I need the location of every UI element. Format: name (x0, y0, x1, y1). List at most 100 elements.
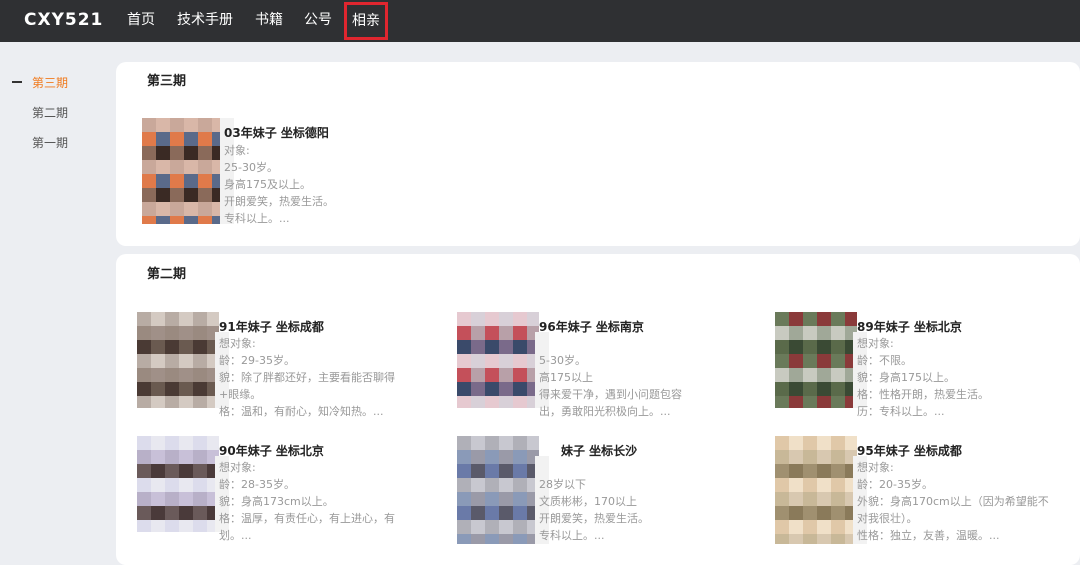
nav-home[interactable]: 首页 (127, 0, 155, 42)
mosaic-tile (165, 354, 179, 368)
mosaic-tile (193, 506, 207, 520)
mosaic-tile (513, 340, 527, 354)
mosaic-tile (457, 464, 471, 478)
mosaic-tile (193, 340, 207, 354)
profile-photo[interactable] (775, 312, 857, 408)
profile-card[interactable]: 95年妹子 坐标成都 想对象: 龄：20-35岁。 外貌：身高170cm以上（因… (775, 436, 1075, 548)
mosaic-tile (165, 492, 179, 506)
mosaic-tile (457, 382, 471, 396)
profile-card[interactable]: 89年妹子 坐标北京 想对象: 龄：不限。 貌：身高175以上。 格：性格开朗，… (775, 312, 1075, 424)
mosaic-tile (789, 534, 803, 544)
mosaic-tile (499, 396, 513, 408)
mosaic-tile (471, 464, 485, 478)
profile-title[interactable]: 89年妹子 坐标北京 (857, 318, 962, 335)
profile-line: 龄：29-35岁。 (219, 354, 295, 367)
mosaic-tile (137, 340, 151, 354)
mosaic-tile (184, 216, 198, 224)
mosaic-tile (471, 368, 485, 382)
mosaic-tile (485, 396, 499, 408)
nav-dating[interactable]: 相亲 (344, 2, 388, 40)
mosaic-tile (499, 368, 513, 382)
mosaic-tile (817, 436, 831, 450)
mosaic-tile (212, 202, 220, 216)
mosaic-tile (137, 396, 151, 408)
mosaic-tile (156, 160, 170, 174)
mosaic-tile (513, 436, 527, 450)
mosaic-tile (803, 312, 817, 326)
mosaic-tile (817, 354, 831, 368)
profile-line: +眼缘。 (219, 388, 262, 401)
profile-title[interactable]: 91年妹子 坐标成都 (219, 318, 324, 335)
mosaic-tile (151, 326, 165, 340)
mosaic-tile (471, 354, 485, 368)
mosaic-tile (170, 174, 184, 188)
mosaic-tile (817, 464, 831, 478)
mosaic-tile (207, 312, 219, 326)
nav-official-account[interactable]: 公号 (304, 0, 332, 42)
mosaic-tile (151, 520, 165, 532)
mosaic-tile (151, 464, 165, 478)
mosaic-tile (457, 520, 471, 534)
mosaic-tile (137, 312, 151, 326)
mosaic-tile (170, 160, 184, 174)
profile-title[interactable]: 90年妹子 坐标北京 (219, 442, 324, 459)
profile-photo[interactable] (775, 436, 857, 544)
profile-card[interactable]: 妹子 坐标长沙 28岁以下 文质彬彬，170以上 开朗爱笑，热爱生活。 专科以上… (457, 436, 757, 548)
mosaic-tile (775, 534, 789, 544)
profile-title[interactable]: 95年妹子 坐标成都 (857, 442, 962, 459)
mosaic-tile (179, 450, 193, 464)
mosaic-tile (803, 326, 817, 340)
mosaic-tile (789, 436, 803, 450)
profile-line: 开朗爱笑，热爱生活。 (224, 195, 334, 208)
profile-photo[interactable] (142, 118, 220, 224)
brand-logo[interactable]: CXY521 (24, 0, 103, 42)
profile-line: 对象: (224, 144, 250, 157)
profile-photo[interactable] (457, 312, 539, 408)
profile-photo[interactable] (457, 436, 539, 544)
profile-photo[interactable] (137, 436, 219, 532)
mosaic-tile (184, 174, 198, 188)
mosaic-tile (165, 340, 179, 354)
mosaic-tile (803, 340, 817, 354)
mosaic-tile (499, 534, 513, 544)
mosaic-tile (137, 492, 151, 506)
section-card-issue-2: 第二期 91年妹子 坐标成都 想对象: 龄：29-35岁。 貌：除了胖都还好，主… (116, 254, 1080, 565)
profile-line: 貌：身高173cm以上。 (219, 495, 334, 508)
nav-books[interactable]: 书籍 (255, 0, 283, 42)
profile-line: 格：性格开朗，热爱生活。 (857, 388, 989, 401)
profile-line: 高175以上 (539, 371, 593, 384)
mosaic-tile (485, 436, 499, 450)
mosaic-tile (485, 354, 499, 368)
profile-photo[interactable] (137, 312, 219, 408)
mosaic-tile (457, 478, 471, 492)
profile-card[interactable]: 96年妹子 坐标南京 5-30岁。 高175以上 得来爱干净，遇到小问题包容 出… (457, 312, 757, 424)
mosaic-tile (499, 312, 513, 326)
profile-title[interactable]: 96年妹子 坐标南京 (539, 318, 644, 335)
mosaic-tile (151, 382, 165, 396)
profile-line: 划。... (219, 529, 252, 542)
profile-line: 专科以上。... (539, 529, 605, 542)
profile-card[interactable]: 91年妹子 坐标成都 想对象: 龄：29-35岁。 貌：除了胖都还好，主要看能否… (137, 312, 437, 424)
mosaic-tile (789, 312, 803, 326)
profile-title[interactable]: 03年妹子 坐标德阳 (224, 124, 329, 141)
mosaic-tile (831, 534, 845, 544)
profile-card[interactable]: 90年妹子 坐标北京 想对象: 龄：28-35岁。 貌：身高173cm以上。 格… (137, 436, 437, 548)
mosaic-tile (151, 368, 165, 382)
mosaic-tile (184, 188, 198, 202)
mosaic-tile (156, 188, 170, 202)
sidebar-item-issue-3[interactable]: 第三期 (32, 74, 68, 91)
mosaic-tile (193, 520, 207, 532)
mosaic-tile (170, 118, 184, 132)
mosaic-tile (527, 436, 539, 450)
mosaic-tile (775, 520, 789, 534)
mosaic-tile (179, 506, 193, 520)
mosaic-tile (184, 202, 198, 216)
mosaic-tile (513, 534, 527, 544)
sidebar-item-issue-1[interactable]: 第一期 (32, 134, 68, 151)
profile-title[interactable]: 妹子 坐标长沙 (561, 442, 637, 459)
profile-card[interactable]: 03年妹子 坐标德阳 对象: 25-30岁。 身高175及以上。 开朗爱笑，热爱… (142, 118, 442, 230)
mosaic-tile (485, 520, 499, 534)
sidebar-item-issue-2[interactable]: 第二期 (32, 104, 68, 121)
nav-tech-manual[interactable]: 技术手册 (177, 0, 233, 42)
mosaic-tile (179, 396, 193, 408)
